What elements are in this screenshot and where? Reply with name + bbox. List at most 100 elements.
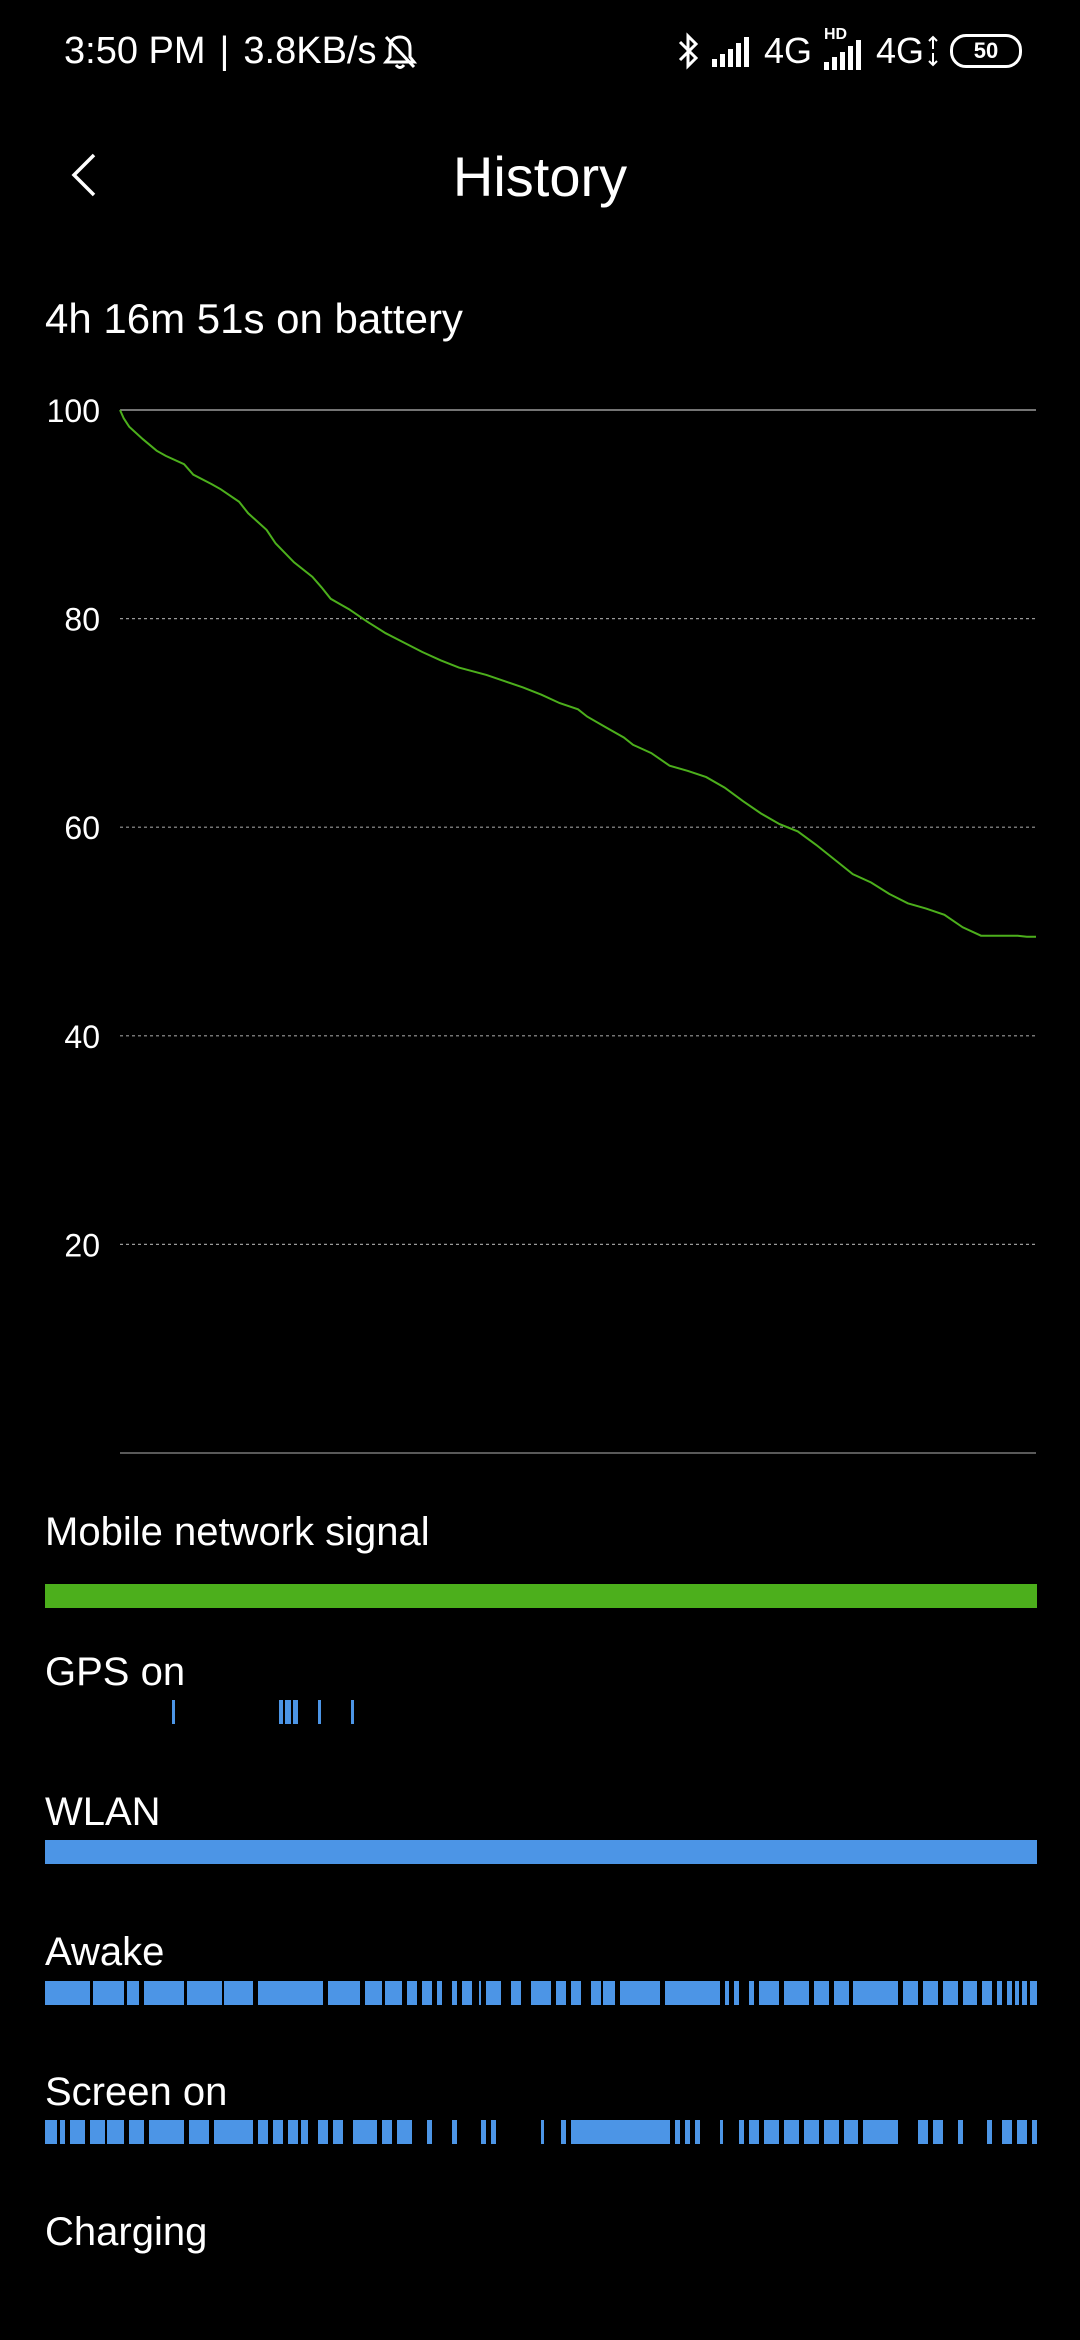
mobile-signal-bar [45, 1584, 1037, 1608]
screen-on-bar [45, 2120, 1037, 2144]
screen-on-segment [288, 2120, 298, 2144]
mobile-signal-segment [45, 1584, 1037, 1608]
mute-bell-icon [383, 34, 418, 69]
gps-segment [350, 1700, 354, 1724]
awake-segment [478, 1981, 482, 2005]
charging-bar [45, 2260, 1037, 2284]
screen-on-segment [784, 2120, 799, 2144]
awake-segment [982, 1981, 993, 2005]
awake-segment [327, 1981, 361, 2005]
wlan-label: WLAN [45, 1790, 161, 1834]
screen-on-segment [273, 2120, 284, 2144]
awake-segment [127, 1981, 140, 2005]
awake-segment [531, 1981, 551, 2005]
screen-on-segment [719, 2120, 723, 2144]
awake-segment [759, 1981, 780, 2005]
awake-segment [1022, 1981, 1028, 2005]
awake-segment [436, 1981, 442, 2005]
bluetooth-icon [678, 32, 699, 70]
gps-segment [279, 1700, 284, 1724]
awake-segment [92, 1981, 125, 2005]
screen-on-segment [451, 2120, 457, 2144]
status-net-speed: 3.8KB/s [243, 30, 377, 72]
screen-on-segment [739, 2120, 745, 2144]
awake-segment [570, 1981, 581, 2005]
gps-segment [171, 1700, 175, 1724]
awake-segment [853, 1981, 899, 2005]
screen-on-segment [694, 2120, 700, 2144]
awake-segment [511, 1981, 522, 2005]
y-tick-label: 20 [64, 1227, 100, 1263]
awake-label: Awake [45, 1930, 165, 1974]
y-tick-label: 100 [47, 393, 100, 429]
awake-segment [603, 1981, 616, 2005]
status-time: 3:50 PM [64, 30, 206, 72]
awake-segment [1030, 1981, 1037, 2005]
screen-on-segment [1017, 2120, 1028, 2144]
screen-on-segment [764, 2120, 780, 2144]
network-type-1: 4G [763, 30, 812, 71]
awake-segment [749, 1981, 755, 2005]
status-left: 3:50 PM | 3.8KB/s [64, 30, 418, 73]
gps-segment [285, 1700, 291, 1724]
page-title: History [452, 145, 628, 208]
awake-segment [223, 1981, 254, 2005]
awake-segment [784, 1981, 809, 2005]
screen-on-segment [560, 2120, 566, 2144]
screen-on-label: Screen on [45, 2070, 228, 2114]
screen-on-segment [957, 2120, 963, 2144]
awake-segment [734, 1981, 740, 2005]
screen-on-segment [803, 2120, 819, 2144]
screen-on-segment [987, 2120, 993, 2144]
battery-indicator: 50 [950, 34, 1022, 68]
screen-on-segment [1032, 2120, 1037, 2144]
awake-segment [620, 1981, 661, 2005]
screen-on-segment [89, 2120, 105, 2144]
wlan-bar [45, 1840, 1037, 1864]
screen-on-segment [59, 2120, 65, 2144]
screen-on-segment [481, 2120, 487, 2144]
status-bar: 3:50 PM | 3.8KB/s 4G HD 4G 50 [0, 0, 1080, 105]
screen-on-segment [213, 2120, 254, 2144]
awake-segment [555, 1981, 566, 2005]
awake-segment [407, 1981, 417, 2005]
signal-2-group: HD [822, 26, 866, 70]
screen-on-segment [1002, 2120, 1013, 2144]
awake-segment [1007, 1981, 1013, 2005]
screen-on-segment [843, 2120, 859, 2144]
screen-on-segment [541, 2120, 544, 2144]
battery-level-line [119, 409, 1036, 938]
screen-on-segment [317, 2120, 328, 2144]
wlan-segment [45, 1840, 1037, 1864]
screen-on-segment [684, 2120, 690, 2144]
awake-segment [486, 1981, 502, 2005]
awake-segment [997, 1981, 1003, 2005]
awake-segment [258, 1981, 323, 2005]
awake-segment [385, 1981, 403, 2005]
screen-on-segment [352, 2120, 378, 2144]
y-tick-label: 40 [64, 1019, 100, 1055]
screen-on-segment [570, 2120, 670, 2144]
screen-on-segment [932, 2120, 943, 2144]
awake-segment [833, 1981, 849, 2005]
awake-segment [1015, 1981, 1020, 2005]
awake-segment [421, 1981, 432, 2005]
battery-chart: 100 80 60 40 20 [0, 380, 1080, 1470]
awake-segment [903, 1981, 918, 2005]
charging-label: Charging [45, 2210, 208, 2254]
status-right: 4G HD 4G 50 [676, 26, 1022, 72]
data-arrows-icon [928, 35, 938, 67]
awake-segment [724, 1981, 730, 2005]
awake-segment [590, 1981, 601, 2005]
awake-segment [451, 1981, 457, 2005]
awake-bar [45, 1981, 1037, 2005]
awake-segment [186, 1981, 222, 2005]
awake-segment [144, 1981, 184, 2005]
screen-on-segment [258, 2120, 269, 2144]
awake-segment [365, 1981, 383, 2005]
y-tick-label: 60 [64, 810, 100, 846]
gps-bar [45, 1700, 1037, 1724]
screen-on-segment [426, 2120, 432, 2144]
screen-on-segment [917, 2120, 928, 2144]
screen-on-segment [749, 2120, 760, 2144]
